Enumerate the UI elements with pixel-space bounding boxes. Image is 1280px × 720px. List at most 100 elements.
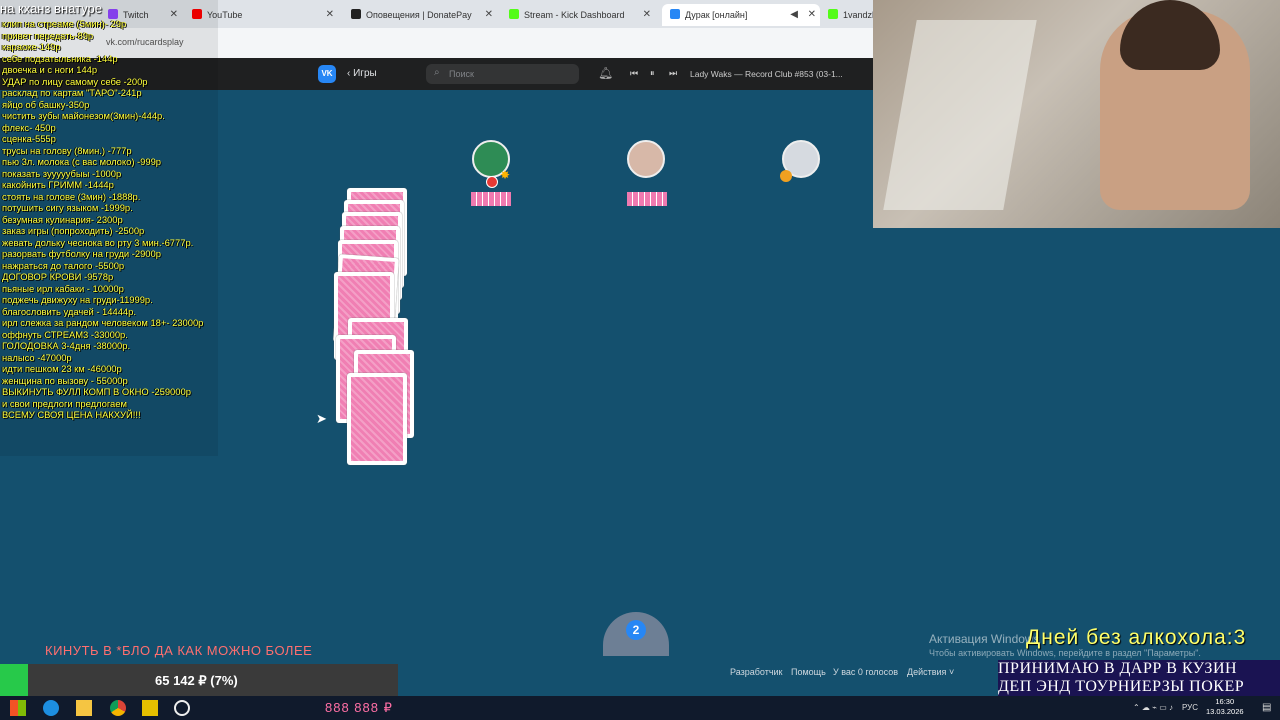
close-icon[interactable]: ✕	[485, 4, 493, 26]
now-playing-track[interactable]: Lady Waks — Record Club #853 (03-1...	[690, 69, 850, 79]
language-indicator[interactable]: РУС	[1182, 703, 1198, 712]
next-track-icon[interactable]: ⏭︎	[669, 68, 677, 79]
notifications-icon[interactable]: ▤	[1262, 702, 1271, 713]
price-list-item: ГОЛОДОВКА 3-4дня -38000р.	[2, 340, 131, 351]
chrome-icon[interactable]	[110, 700, 126, 716]
tab-label: Stream - Kick Dashboard	[524, 10, 625, 20]
bell-icon[interactable]: 🔔︎	[598, 66, 613, 80]
tab-donatepay[interactable]: Оповещения | DonatePay ✕	[351, 4, 493, 26]
donation-counter: 888 888 ₽	[325, 700, 393, 715]
donation-goal-fill	[0, 664, 28, 696]
price-list-item: женщина по вызову - 55000р	[2, 374, 128, 386]
price-list-item: налысо -47000р	[2, 351, 72, 363]
chevron-down-icon: ˅	[946, 667, 955, 677]
price-list-item: безумная кулинария- 2300р	[2, 213, 123, 225]
back-games-link[interactable]: ‹ Игры	[347, 68, 377, 79]
tab-durak[interactable]: Дурак [онлайн] ◀ ✕	[662, 4, 820, 26]
clock-time: 16:30	[1215, 697, 1235, 706]
price-list-item: привет передать-89р	[2, 29, 94, 41]
price-list-item: двоечка и с ноги 144р	[2, 64, 98, 75]
stream-app-icon[interactable]	[142, 700, 158, 716]
price-list-item: потушить сигу языком -1999р.	[2, 202, 133, 213]
promo-line-2: ДЕП ЭНД ТОУРНИЕРЗЫ ПОКЕР	[998, 678, 1245, 695]
vk-logo[interactable]: VK	[318, 65, 336, 83]
footer-developer-link[interactable]: Разработчик	[730, 667, 782, 677]
price-list-item: ВЫКИНУТЬ ФУЛЛ КОМП В ОКНО -259000р	[2, 386, 191, 397]
overlay-title: на кханз внатуре	[0, 1, 102, 16]
price-list-item: ВСЕМУ СВОЯ ЦЕНА НАКХУЙ!!!	[2, 409, 141, 420]
tray-icons[interactable]: ⌃ ☁ ⌁ ▭ ♪	[1133, 703, 1173, 712]
coin-icon	[780, 170, 792, 182]
close-icon[interactable]: ✕	[643, 4, 651, 26]
player-badge: 2	[626, 620, 646, 640]
price-list: клип на стреаме (5мин)- 29р привет переда…	[2, 18, 203, 421]
price-list-item: благословить удачей - 14444р.	[2, 305, 136, 317]
price-list-item: показать зууууубыы -1000р	[2, 167, 122, 179]
speaker-icon[interactable]: ◀	[790, 4, 798, 26]
kick-icon	[509, 9, 519, 19]
windows-start-icon[interactable]	[10, 700, 26, 716]
price-list-item: жевать дольку чеснока во рту 3 мин.-6777…	[2, 236, 194, 248]
price-list-item: трусы на голову (8мин.) -777р	[2, 144, 132, 156]
footer-help-link[interactable]: Помощь	[791, 667, 826, 677]
close-icon[interactable]: ✕	[808, 4, 816, 26]
price-list-item: сценка-555р	[2, 133, 56, 144]
footer-votes[interactable]: У вас 0 голосов	[833, 667, 898, 677]
price-list-item: себе подзатыльника -144р	[2, 52, 118, 64]
back-label: Игры	[353, 68, 377, 79]
tab-label: Оповещения | DonatePay	[366, 10, 472, 20]
price-list-item: нажраться до талого -5500р	[2, 259, 125, 271]
price-list-item: ДОГОВОР КРОВИ -9578р	[2, 271, 114, 282]
previous-track-icon[interactable]: ⏮︎	[630, 68, 638, 79]
promo-banner: ПРИНИМАЮ В ДАРР В КУЗИН ДЕП ЭНД ТОУРНИЕР…	[998, 660, 1280, 697]
price-list-item: УДАР по лицу самому себе -200р	[2, 75, 148, 87]
opponent-hand-1	[471, 192, 511, 206]
obs-icon[interactable]	[174, 700, 190, 716]
days-sober-counter: Дней без алкохола:3	[1026, 626, 1247, 649]
cursor-icon: ➤	[316, 411, 327, 426]
kick-icon	[828, 9, 838, 19]
donation-ticker: КИНУТЬ В *БЛО ДА КАК МОЖНО БОЛЕЕ	[45, 643, 313, 658]
tab-label: 1vandzh	[843, 10, 873, 20]
price-list-item: пью 3л. молока (с вас молоко) -999р	[2, 156, 162, 167]
price-list-item: расклад по картам "ТАРО"-241р	[2, 87, 142, 98]
price-list-item: ирл слежка за рандом человеком 18+- 2300…	[2, 317, 204, 328]
price-list-item: какойнить ГРИММ -1444р	[2, 179, 114, 190]
price-list-item: пьяные ирл кабаки - 10000р	[2, 282, 124, 294]
opponent-avatar-2[interactable]	[627, 140, 665, 178]
status-dot	[486, 176, 498, 188]
footer-actions-label: Действия	[907, 667, 947, 677]
flame-icon: ✸	[500, 168, 511, 182]
price-list-item: стоять на голове (3мин) -1888р.	[2, 190, 141, 202]
clock-date: 13.03.2026	[1206, 707, 1244, 716]
search-icon: ⌕	[434, 67, 440, 78]
price-list-item: флекс- 450р	[2, 121, 56, 133]
price-list-item: чистить зубы майонезом(3мин)-444р.	[2, 110, 165, 121]
footer-actions-link[interactable]: Действия ˅	[907, 667, 954, 677]
price-list-item: заказ игры (попроходить) -2500р	[2, 225, 145, 236]
price-list-item: разорвать футболку на груди -2900р	[2, 248, 161, 259]
price-list-item: клип на стреаме (5мин)- 29р	[2, 18, 127, 29]
price-list-item: поджечь движуху на груди-11999р.	[2, 294, 153, 305]
file-explorer-icon[interactable]	[76, 700, 92, 716]
taskbar-clock[interactable]: 16:30 13.03.2026	[1206, 697, 1244, 717]
tab-kick-dashboard[interactable]: Stream - Kick Dashboard ✕	[509, 4, 651, 26]
tab-kick-user[interactable]: 1vandzh	[828, 4, 873, 26]
tab-label: Дурак [онлайн]	[685, 10, 748, 20]
deck-card-top[interactable]	[347, 373, 407, 465]
search-placeholder: Поиск	[449, 69, 474, 79]
price-list-item: идти пешком 23 км -46000р	[2, 363, 122, 374]
donatepay-icon	[351, 9, 361, 19]
price-list-item: оффнуть СТРЕАМ3 -33000р.	[2, 328, 128, 340]
pause-icon[interactable]: ⏸︎	[650, 68, 655, 79]
promo-line-1: ПРИНИМАЮ В ДАРР В КУЗИН	[998, 660, 1238, 677]
close-icon[interactable]: ✕	[326, 4, 334, 26]
donation-goal-text: 65 142 ₽ (7%)	[155, 673, 238, 688]
vk-icon	[670, 9, 680, 19]
windows-activation-title: Активация Windows	[929, 632, 1040, 646]
price-list-item: яйцо об башку-350р	[2, 98, 90, 110]
edge-icon[interactable]	[43, 700, 59, 716]
windows-taskbar	[0, 696, 1280, 720]
price-list-item: и свои предлоги предлогаем	[2, 397, 127, 409]
opponent-hand-2	[627, 192, 667, 206]
